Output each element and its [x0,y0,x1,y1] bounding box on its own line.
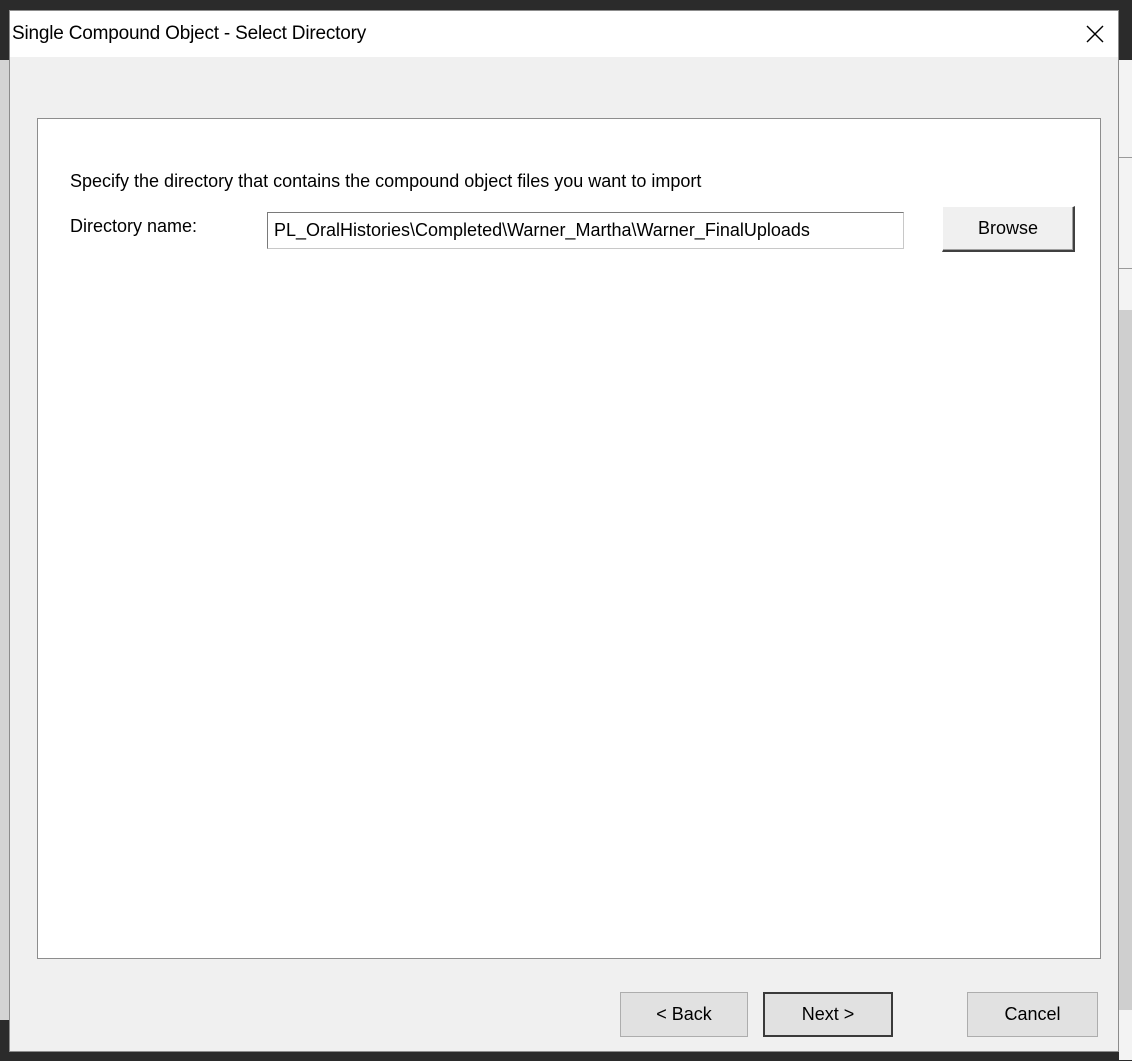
background-scroll-region [1119,310,1132,1010]
select-directory-dialog: Single Compound Object - Select Director… [9,10,1119,1052]
close-icon [1086,25,1104,43]
background-window-left-edge [0,60,9,1020]
back-button[interactable]: < Back [620,992,748,1037]
directory-name-input[interactable] [267,212,904,249]
title-bar: Single Compound Object - Select Director… [10,11,1118,57]
directory-name-label: Directory name: [70,216,198,236]
next-button[interactable]: Next > [763,992,893,1037]
browse-button[interactable]: Browse [942,206,1075,252]
instruction-text: Specify the directory that contains the … [70,171,702,191]
background-divider [1119,157,1132,158]
dialog-title: Single Compound Object - Select Director… [12,23,367,44]
content-panel: Specify the directory that contains the … [37,118,1101,959]
close-button[interactable] [1072,11,1118,57]
background-divider [1119,268,1132,269]
cancel-button[interactable]: Cancel [967,992,1098,1037]
